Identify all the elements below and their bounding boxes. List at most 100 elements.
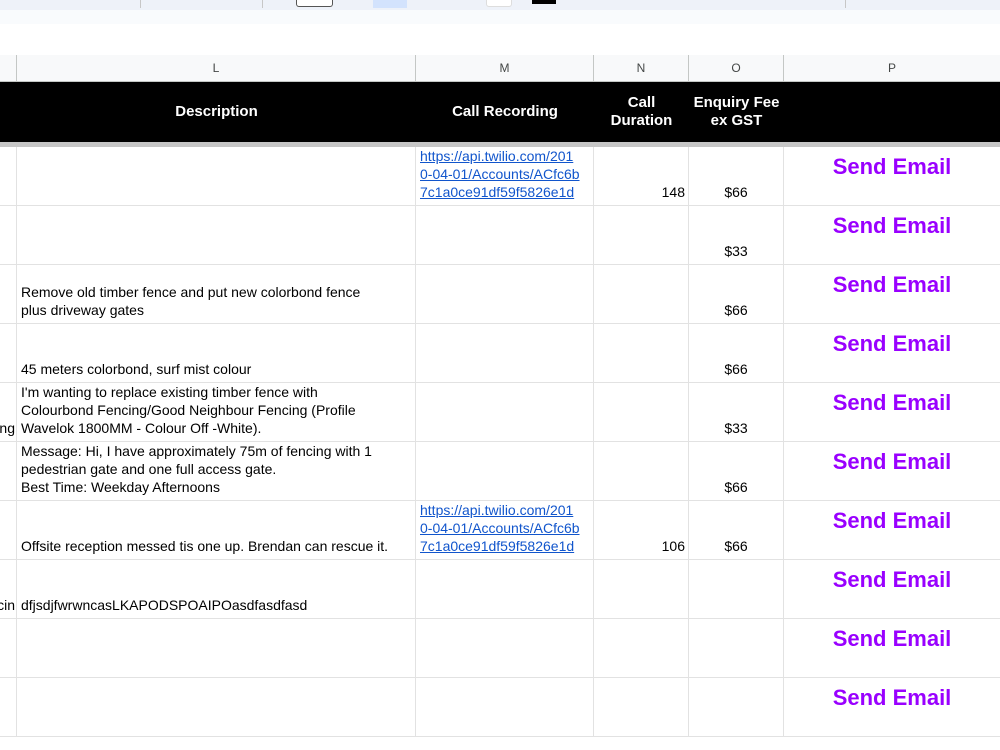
cell-k-text: cin	[0, 597, 15, 613]
cell-k[interactable]	[0, 206, 17, 264]
cell-o[interactable]: $66	[689, 501, 784, 559]
cell-k[interactable]: ing	[0, 383, 17, 441]
cell-o[interactable]: $66	[689, 147, 784, 205]
cell-p[interactable]: Send Email	[784, 383, 1000, 441]
cell-p[interactable]: Send Email	[784, 147, 1000, 205]
cell-n[interactable]: 148	[594, 147, 689, 205]
cell-o[interactable]	[689, 560, 784, 618]
description-line: Message: Hi, I have approximately 75m of…	[21, 443, 372, 459]
column-header-m[interactable]: M	[416, 55, 594, 82]
cell-n[interactable]	[594, 206, 689, 264]
header-cell-k[interactable]	[0, 82, 17, 142]
cell-p[interactable]: Send Email	[784, 265, 1000, 323]
send-email-button[interactable]: Send Email	[784, 628, 1000, 650]
cell-m[interactable]: https://api.twilio.com/201 0-04-01/Accoun…	[416, 147, 594, 205]
header-description[interactable]: Description	[17, 82, 416, 142]
send-email-button[interactable]: Send Email	[784, 333, 1000, 355]
header-call-duration[interactable]: Call Duration	[594, 82, 689, 142]
cell-n[interactable]	[594, 383, 689, 441]
send-email-button[interactable]: Send Email	[784, 687, 1000, 709]
cell-k[interactable]	[0, 678, 17, 736]
send-email-button[interactable]: Send Email	[784, 569, 1000, 591]
fill-color-icon[interactable]	[532, 0, 556, 4]
cell-n[interactable]	[594, 560, 689, 618]
cell-l[interactable]	[17, 678, 416, 736]
cell-n[interactable]	[594, 442, 689, 500]
column-header-o[interactable]: O	[689, 55, 784, 82]
cell-o[interactable]: $33	[689, 206, 784, 264]
cell-o[interactable]: $66	[689, 442, 784, 500]
cell-k[interactable]	[0, 324, 17, 382]
cell-n[interactable]	[594, 619, 689, 677]
cell-p[interactable]: Send Email	[784, 560, 1000, 618]
cell-o[interactable]: $33	[689, 383, 784, 441]
call-recording-link-line[interactable]: https://api.twilio.com/201	[420, 147, 591, 165]
cell-n[interactable]: 106	[594, 501, 689, 559]
call-recording-link[interactable]: https://api.twilio.com/201 0-04-01/Accoun…	[420, 147, 591, 201]
cell-l[interactable]	[17, 147, 416, 205]
bold-button-active[interactable]	[373, 0, 407, 8]
cell-m[interactable]	[416, 678, 594, 736]
cell-l[interactable]: Message: Hi, I have approximately 75m of…	[17, 442, 416, 500]
description-text: 45 meters colorbond, surf mist colour	[21, 360, 413, 378]
cell-o[interactable]	[689, 619, 784, 677]
cell-p[interactable]: Send Email	[784, 619, 1000, 677]
table-row: Offsite reception messed tis one up. Bre…	[0, 501, 1000, 560]
header-enquiry-fee[interactable]: Enquiry Fee ex GST	[689, 82, 784, 142]
header-cell-p[interactable]	[784, 82, 1000, 142]
send-email-button[interactable]: Send Email	[784, 510, 1000, 532]
call-recording-link-line[interactable]: 7c1a0ce91df59f5826e1d	[420, 183, 591, 201]
cell-k[interactable]: cin	[0, 560, 17, 618]
cell-m[interactable]: https://api.twilio.com/201 0-04-01/Accoun…	[416, 501, 594, 559]
column-header-p[interactable]: P	[784, 55, 1000, 82]
column-header-l[interactable]: L	[17, 55, 416, 82]
cell-k[interactable]	[0, 442, 17, 500]
font-size-box[interactable]	[296, 0, 333, 7]
cell-m[interactable]	[416, 265, 594, 323]
cell-p[interactable]: Send Email	[784, 501, 1000, 559]
cell-k[interactable]	[0, 147, 17, 205]
call-recording-link-line[interactable]: https://api.twilio.com/201	[420, 501, 591, 519]
call-recording-link-line[interactable]: 7c1a0ce91df59f5826e1d	[420, 537, 591, 555]
cell-m[interactable]	[416, 442, 594, 500]
cell-m[interactable]	[416, 206, 594, 264]
cell-m[interactable]	[416, 383, 594, 441]
send-email-button[interactable]: Send Email	[784, 215, 1000, 237]
text-color-button[interactable]	[486, 0, 512, 7]
cell-o[interactable]	[689, 678, 784, 736]
cell-l[interactable]: I'm wanting to replace existing timber f…	[17, 383, 416, 441]
cell-m[interactable]	[416, 619, 594, 677]
send-email-button[interactable]: Send Email	[784, 392, 1000, 414]
header-call-recording[interactable]: Call Recording	[416, 82, 594, 142]
cell-l[interactable]: Offsite reception messed tis one up. Bre…	[17, 501, 416, 559]
cell-l[interactable]: 45 meters colorbond, surf mist colour	[17, 324, 416, 382]
call-recording-link[interactable]: https://api.twilio.com/201 0-04-01/Accoun…	[420, 501, 591, 555]
cell-n[interactable]	[594, 678, 689, 736]
cell-k[interactable]	[0, 619, 17, 677]
call-recording-link-line[interactable]: 0-04-01/Accounts/ACfc6b	[420, 165, 591, 183]
cell-l[interactable]	[17, 619, 416, 677]
cell-l[interactable]	[17, 206, 416, 264]
cell-n[interactable]	[594, 324, 689, 382]
cell-p[interactable]: Send Email	[784, 206, 1000, 264]
cell-m[interactable]	[416, 560, 594, 618]
cell-p[interactable]: Send Email	[784, 442, 1000, 500]
cell-k[interactable]	[0, 265, 17, 323]
table-row: Message: Hi, I have approximately 75m of…	[0, 442, 1000, 501]
column-header-k[interactable]	[0, 55, 17, 82]
cell-o[interactable]: $66	[689, 265, 784, 323]
column-header-n[interactable]: N	[594, 55, 689, 82]
cell-l[interactable]: Remove old timber fence and put new colo…	[17, 265, 416, 323]
send-email-button[interactable]: Send Email	[784, 156, 1000, 178]
cell-k[interactable]	[0, 501, 17, 559]
cell-p[interactable]: Send Email	[784, 678, 1000, 736]
cell-n[interactable]	[594, 265, 689, 323]
send-email-button[interactable]: Send Email	[784, 451, 1000, 473]
description-line: dfjsdjfwrwncasLKAPODSPOAIPOasdfasdfasd	[21, 597, 308, 613]
cell-p[interactable]: Send Email	[784, 324, 1000, 382]
call-recording-link-line[interactable]: 0-04-01/Accounts/ACfc6b	[420, 519, 591, 537]
cell-l[interactable]: dfjsdjfwrwncasLKAPODSPOAIPOasdfasdfasd	[17, 560, 416, 618]
cell-m[interactable]	[416, 324, 594, 382]
send-email-button[interactable]: Send Email	[784, 274, 1000, 296]
cell-o[interactable]: $66	[689, 324, 784, 382]
